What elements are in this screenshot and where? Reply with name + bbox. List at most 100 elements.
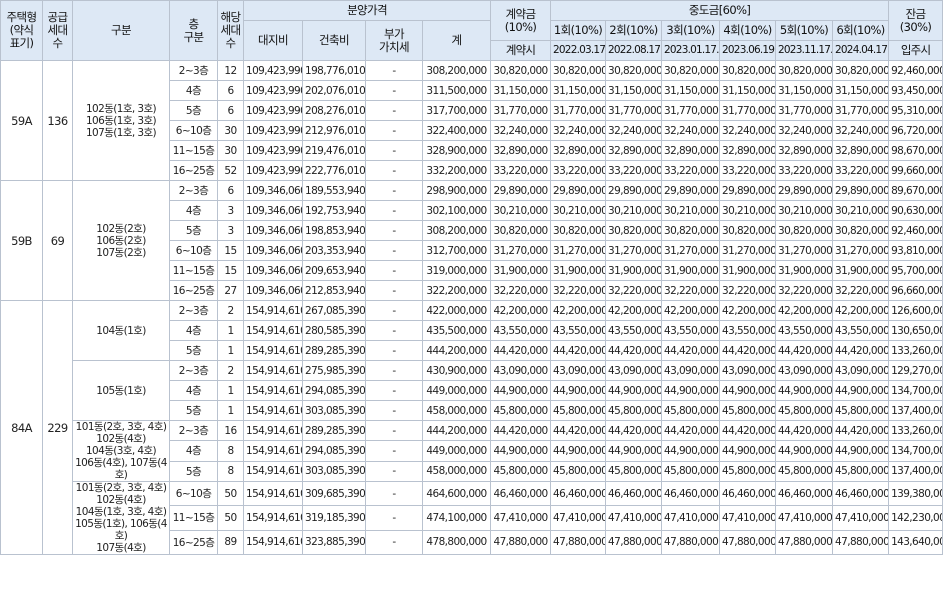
header-installment-label: 1회(10%) — [550, 20, 607, 41]
interim-cell: 30,820,000 — [832, 60, 890, 81]
header-interim: 중도금[60%] — [550, 0, 890, 21]
interim-cell: 32,240,000 — [605, 120, 663, 141]
balance-cell: 93,810,000 — [888, 240, 944, 261]
interim-cell: 47,880,000 — [550, 529, 607, 556]
floor-cell: 5층 — [169, 340, 218, 361]
interim-cell: 47,410,000 — [550, 505, 607, 531]
vat-cell: - — [365, 140, 423, 161]
balance-cell: 143,640,000 — [888, 529, 944, 556]
units-cell: 2 — [217, 360, 244, 381]
contract-cell: 44,900,000 — [490, 380, 552, 401]
vat-cell: - — [365, 400, 423, 421]
building-cost-cell: 289,285,390 — [302, 340, 366, 361]
interim-cell: 31,270,000 — [832, 240, 890, 261]
building-cost-cell: 323,885,390 — [302, 529, 366, 556]
interim-cell: 32,890,000 — [661, 140, 721, 161]
contract-cell: 30,820,000 — [490, 220, 552, 241]
total-cell: 435,500,000 — [421, 320, 492, 341]
vat-cell: - — [365, 160, 423, 181]
vat-cell: - — [365, 529, 423, 556]
land-cost-cell: 154,914,610 — [243, 480, 303, 507]
interim-cell: 42,200,000 — [605, 300, 663, 321]
interim-cell: 31,770,000 — [775, 100, 834, 121]
total-cell: 449,000,000 — [421, 440, 492, 462]
balance-cell: 92,460,000 — [888, 220, 944, 241]
interim-cell: 32,890,000 — [550, 140, 607, 161]
interim-cell: 44,420,000 — [550, 419, 607, 442]
interim-cell: 32,890,000 — [832, 140, 890, 161]
total-cell: 422,000,000 — [421, 300, 492, 321]
interim-cell: 44,900,000 — [661, 440, 721, 462]
total-cell: 449,000,000 — [421, 380, 492, 401]
header-supply-units: 공급 세대 수 — [42, 0, 73, 61]
interim-cell: 42,200,000 — [661, 300, 721, 321]
total-cell: 302,100,000 — [421, 200, 492, 221]
vat-cell: - — [365, 505, 423, 531]
interim-cell: 31,150,000 — [550, 80, 607, 101]
land-cost-cell: 154,914,610 — [243, 460, 303, 483]
balance-cell: 133,260,000 — [888, 340, 944, 361]
total-cell: 317,700,000 — [421, 100, 492, 121]
interim-cell: 43,550,000 — [719, 320, 777, 341]
vat-cell: - — [365, 200, 423, 221]
division-cell: 101동(2호, 3호, 4호) 102동(4호) 104동(1호, 3호, 4호)… — [72, 481, 170, 555]
interim-cell: 43,550,000 — [605, 320, 663, 341]
vat-cell: - — [365, 480, 423, 507]
interim-cell: 44,420,000 — [661, 419, 721, 442]
floor-cell: 11~15층 — [169, 260, 218, 281]
interim-cell: 31,270,000 — [719, 240, 777, 261]
total-cell: 332,200,000 — [421, 160, 492, 181]
units-cell: 3 — [217, 220, 244, 241]
interim-cell: 44,900,000 — [661, 380, 721, 401]
division-cell: 102동(1호, 3호) 106동(1호, 3호) 107동(1호, 3호) — [72, 60, 170, 181]
interim-cell: 31,900,000 — [832, 260, 890, 281]
table-row: 59B 69 102동(2호) 106동(2호) 107동(2호) 2~3층 6 109,34… — [0, 180, 944, 301]
interim-cell: 45,800,000 — [605, 460, 663, 483]
interim-cell: 31,150,000 — [775, 80, 834, 101]
total-cell: 474,100,000 — [421, 505, 492, 531]
header-installment-date: 2022.08.17. — [605, 40, 663, 61]
interim-cell: 30,820,000 — [719, 60, 777, 81]
header-installment-label: 6회(10%) — [832, 20, 890, 41]
vat-cell: - — [365, 419, 423, 442]
header-installment-label: 5회(10%) — [775, 20, 834, 41]
floor-cell: 4층 — [169, 380, 218, 401]
interim-cell: 45,800,000 — [832, 400, 890, 421]
interim-cell: 31,900,000 — [550, 260, 607, 281]
units-cell: 6 — [217, 80, 244, 101]
table-row: 84A 229 104동(1호) 2~3층 2 154,914,610 267,085,39… — [0, 300, 944, 555]
interim-cell: 45,800,000 — [550, 460, 607, 483]
table-row: 59A 136 102동(1호, 3호) 106동(1호, 3호) 107동(1호, 3… — [0, 60, 944, 181]
interim-cell: 45,800,000 — [719, 460, 777, 483]
interim-cell: 46,460,000 — [661, 480, 721, 507]
land-cost-cell: 154,914,610 — [243, 400, 303, 421]
interim-cell: 44,900,000 — [719, 380, 777, 401]
interim-cell: 47,880,000 — [775, 529, 834, 556]
interim-cell: 44,900,000 — [550, 440, 607, 462]
interim-cell: 30,210,000 — [832, 200, 890, 221]
interim-cell: 30,210,000 — [661, 200, 721, 221]
interim-cell: 45,800,000 — [775, 460, 834, 483]
vat-cell: - — [365, 100, 423, 121]
interim-cell: 44,420,000 — [719, 419, 777, 442]
interim-cell: 31,270,000 — [550, 240, 607, 261]
interim-cell: 30,820,000 — [550, 220, 607, 241]
header-balance: 잔금 (30%) — [888, 0, 944, 41]
interim-cell: 44,900,000 — [832, 380, 890, 401]
table-row: 101동(2호, 3호, 4호) 102동(4호) 104동(1호, 3호, 4호)… — [1, 480, 944, 555]
table-row: 105동(1호) 2~3층 2 154,914,610 275,985,390-430,… — [1, 360, 944, 421]
interim-cell: 32,240,000 — [832, 120, 890, 141]
land-cost-cell: 154,914,610 — [243, 300, 303, 321]
division-cell: 104동(1호) — [72, 300, 170, 361]
vat-cell: - — [365, 340, 423, 361]
interim-cell: 43,090,000 — [605, 360, 663, 381]
header-division: 구분 — [72, 0, 170, 61]
units-cell: 6 — [217, 100, 244, 121]
interim-cell: 31,150,000 — [832, 80, 890, 101]
header-floor-division: 층 구분 — [169, 0, 218, 61]
interim-cell: 31,270,000 — [775, 240, 834, 261]
interim-cell: 46,460,000 — [605, 480, 663, 507]
vat-cell: - — [365, 220, 423, 241]
floor-cell: 6~10층 — [169, 240, 218, 261]
interim-cell: 43,550,000 — [661, 320, 721, 341]
